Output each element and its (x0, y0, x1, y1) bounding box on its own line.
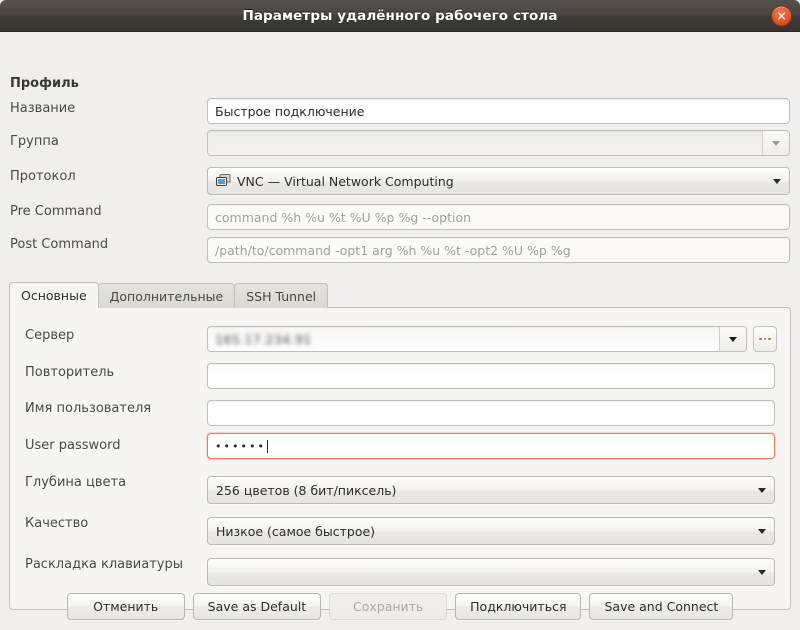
save-and-connect-button[interactable]: Save and Connect (589, 593, 733, 620)
tab-ssh-tunnel-label: SSH Tunnel (246, 289, 316, 304)
group-input[interactable] (208, 131, 762, 155)
connect-button-label: Подключиться (470, 599, 566, 614)
server-value-redacted: 165.17.234.91 (215, 332, 312, 347)
username-input[interactable] (207, 400, 775, 426)
ellipsis-icon-dot (764, 338, 767, 341)
profile-heading: Профиль (10, 76, 79, 91)
label-pre-command: Pre Command (10, 204, 102, 219)
label-name: Название (10, 101, 75, 116)
cancel-button-label: Отменить (93, 599, 158, 614)
tab-advanced[interactable]: Дополнительные (98, 283, 236, 308)
post-command-input[interactable]: /path/to/command -opt1 arg %h %u %t -opt… (207, 237, 790, 263)
label-group: Группа (10, 134, 59, 149)
group-dropdown-button[interactable] (762, 131, 789, 155)
repeater-input[interactable] (207, 363, 775, 389)
quality-dropdown[interactable]: Низкое (самое быстрое) (207, 517, 775, 545)
tab-basic[interactable]: Основные (9, 282, 99, 308)
close-glyph (777, 11, 786, 20)
protocol-dropdown[interactable]: VNC — Virtual Network Computing (207, 167, 790, 195)
name-input-value: Быстрое подключение (215, 104, 364, 119)
text-cursor (267, 440, 268, 453)
color-depth-dropdown[interactable]: 256 цветов (8 бит/пиксель) (207, 476, 775, 504)
pre-command-input[interactable]: command %h %u %t %U %p %g --option (207, 204, 790, 230)
save-as-default-button[interactable]: Save as Default (193, 593, 321, 620)
remote-desktop-icon (216, 174, 231, 188)
label-user-password: User password (25, 438, 120, 453)
chevron-down-icon (758, 529, 766, 534)
chevron-down-icon (729, 337, 737, 342)
save-button: Сохранить (329, 593, 447, 620)
chevron-down-icon (773, 179, 781, 184)
save-button-label: Сохранить (353, 599, 423, 614)
tab-strip: Основные Дополнительные SSH Tunnel (9, 282, 327, 308)
close-icon[interactable] (771, 5, 792, 26)
label-color-depth: Глубина цвета (25, 475, 126, 490)
post-command-placeholder: /path/to/command -opt1 arg %h %u %t -opt… (215, 243, 571, 258)
save-as-default-button-label: Save as Default (208, 599, 306, 614)
window-title: Параметры удалённого рабочего стола (242, 8, 557, 24)
quality-value: Низкое (самое быстрое) (216, 524, 375, 539)
chevron-down-icon (758, 570, 766, 575)
server-browse-button[interactable] (753, 326, 777, 352)
tab-ssh-tunnel[interactable]: SSH Tunnel (234, 283, 328, 308)
ellipsis-icon-dot (768, 338, 771, 341)
dialog-content: Профиль Название Группа Протокол Pre Com… (0, 32, 800, 630)
ellipsis-icon-dot (759, 338, 762, 341)
dialog-footer: Отменить Save as Default Сохранить Подкл… (0, 582, 800, 630)
user-password-input[interactable]: •••••• (207, 433, 775, 459)
tab-basic-label: Основные (21, 288, 87, 303)
label-username: Имя пользователя (25, 401, 151, 416)
remote-desktop-glyph (216, 174, 231, 188)
label-protocol: Протокол (10, 169, 76, 184)
titlebar: Параметры удалённого рабочего стола (0, 0, 800, 32)
pre-command-placeholder: command %h %u %t %U %p %g --option (215, 210, 471, 225)
chevron-down-icon (772, 141, 780, 146)
label-quality: Качество (25, 516, 88, 531)
server-input[interactable]: 165.17.234.91 (208, 327, 719, 351)
name-input[interactable]: Быстрое подключение (207, 98, 790, 124)
user-password-value: •••••• (215, 441, 266, 452)
color-depth-value: 256 цветов (8 бит/пиксель) (216, 483, 396, 498)
label-server: Сервер (25, 328, 74, 343)
tab-advanced-label: Дополнительные (110, 289, 224, 304)
protocol-value: VNC — Virtual Network Computing (237, 174, 454, 189)
server-combobox[interactable]: 165.17.234.91 (207, 326, 747, 352)
label-post-command: Post Command (10, 237, 108, 252)
remote-desktop-preferences-window: Параметры удалённого рабочего стола Проф… (0, 0, 800, 630)
label-keyboard-layout: Раскладка клавиатуры (25, 557, 183, 572)
group-combobox[interactable] (207, 130, 790, 156)
server-dropdown-button[interactable] (719, 327, 746, 351)
chevron-down-icon (758, 488, 766, 493)
label-repeater: Повторитель (25, 365, 114, 380)
cancel-button[interactable]: Отменить (67, 593, 185, 620)
save-and-connect-button-label: Save and Connect (604, 599, 718, 614)
connect-button[interactable]: Подключиться (455, 593, 581, 620)
